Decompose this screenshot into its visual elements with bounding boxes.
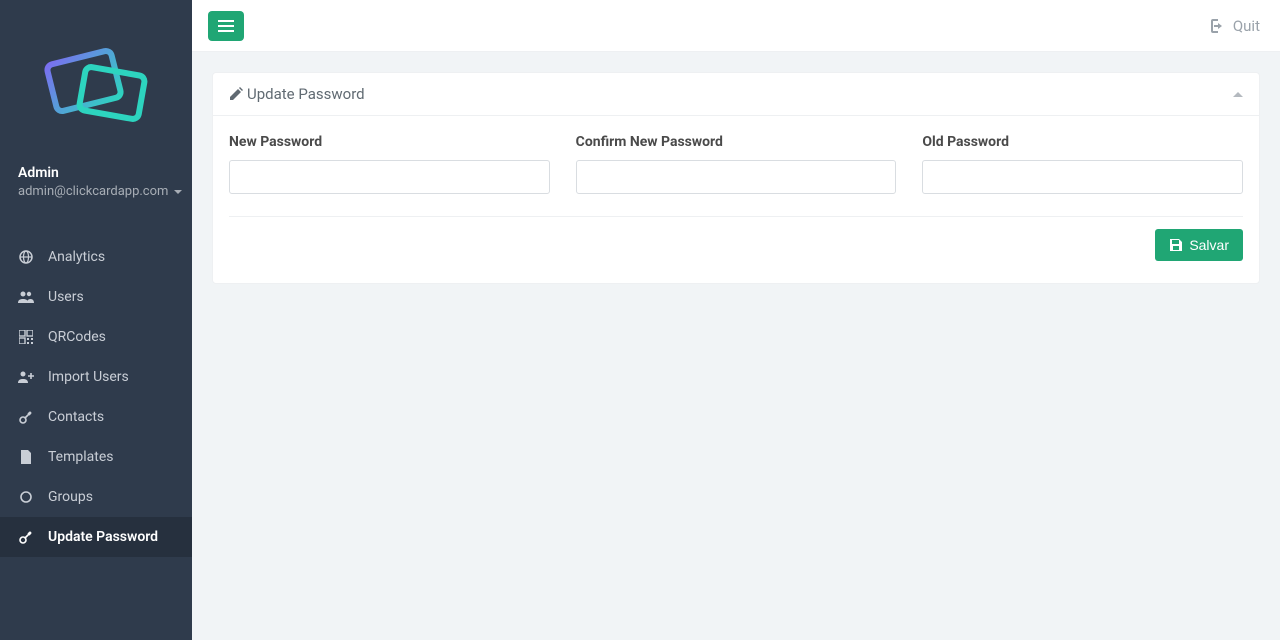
key-icon bbox=[18, 410, 34, 424]
save-icon bbox=[1169, 238, 1183, 252]
sidebar-item-label: Groups bbox=[48, 489, 93, 505]
card-actions: Salvar bbox=[229, 229, 1243, 261]
user-name: Admin bbox=[18, 165, 174, 181]
sidebar-item-import-users[interactable]: Import Users bbox=[0, 357, 192, 397]
old-password-group: Old Password bbox=[922, 134, 1243, 194]
sidebar-item-label: Contacts bbox=[48, 409, 104, 425]
form-divider bbox=[229, 216, 1243, 217]
qrcode-icon bbox=[18, 330, 34, 344]
file-icon bbox=[18, 450, 34, 465]
hamburger-icon bbox=[218, 20, 234, 32]
card-body: New Password Confirm New Password Old Pa… bbox=[213, 116, 1259, 283]
card-title: Update Password bbox=[229, 85, 365, 103]
card-header: Update Password bbox=[213, 73, 1259, 116]
sidebar-item-label: QRCodes bbox=[48, 329, 106, 345]
old-password-label: Old Password bbox=[922, 134, 1243, 150]
user-plus-icon bbox=[18, 370, 34, 384]
key-icon bbox=[18, 530, 34, 544]
edit-icon bbox=[229, 87, 243, 101]
sidebar-item-label: Templates bbox=[48, 449, 114, 465]
quit-link[interactable]: Quit bbox=[1207, 17, 1260, 35]
sidebar-item-templates[interactable]: Templates bbox=[0, 437, 192, 477]
sidebar-item-label: Users bbox=[48, 289, 84, 305]
sign-out-icon bbox=[1207, 19, 1223, 33]
sidebar-item-label: Import Users bbox=[48, 369, 129, 385]
sidebar-item-analytics[interactable]: Analytics bbox=[0, 237, 192, 277]
sidebar-item-update-password[interactable]: Update Password bbox=[0, 517, 192, 557]
app-logo bbox=[0, 0, 192, 165]
sidebar-item-groups[interactable]: Groups bbox=[0, 477, 192, 517]
topbar: Quit bbox=[192, 0, 1280, 52]
user-menu-toggle[interactable]: admin@clickcardapp.com bbox=[18, 184, 182, 199]
sidebar: Admin admin@clickcardapp.com Analytics Us… bbox=[0, 0, 192, 640]
save-button[interactable]: Salvar bbox=[1155, 229, 1243, 261]
password-form-row: New Password Confirm New Password Old Pa… bbox=[229, 134, 1243, 194]
chevron-down-icon bbox=[174, 190, 182, 194]
user-info: Admin admin@clickcardapp.com bbox=[0, 165, 192, 217]
users-icon bbox=[18, 290, 34, 304]
new-password-input[interactable] bbox=[229, 160, 550, 194]
sidebar-item-qrcodes[interactable]: QRCodes bbox=[0, 317, 192, 357]
sidebar-item-users[interactable]: Users bbox=[0, 277, 192, 317]
toggle-sidebar-button[interactable] bbox=[208, 11, 244, 41]
sidebar-nav: Analytics Users QRCodes Import Users Contact… bbox=[0, 237, 192, 557]
main-area: Quit Update Password New bbox=[192, 0, 1280, 640]
user-email: admin@clickcardapp.com bbox=[18, 184, 168, 199]
circle-icon bbox=[18, 491, 34, 503]
sidebar-item-label: Update Password bbox=[48, 529, 158, 545]
confirm-password-label: Confirm New Password bbox=[576, 134, 897, 150]
quit-label: Quit bbox=[1233, 17, 1260, 35]
content: Update Password New Password Confirm New… bbox=[192, 52, 1280, 304]
update-password-card: Update Password New Password Confirm New… bbox=[212, 72, 1260, 284]
confirm-password-input[interactable] bbox=[576, 160, 897, 194]
sidebar-item-contacts[interactable]: Contacts bbox=[0, 397, 192, 437]
new-password-label: New Password bbox=[229, 134, 550, 150]
globe-icon bbox=[18, 250, 34, 264]
new-password-group: New Password bbox=[229, 134, 550, 194]
old-password-input[interactable] bbox=[922, 160, 1243, 194]
logo-mark bbox=[36, 33, 156, 133]
sidebar-item-label: Analytics bbox=[48, 249, 105, 265]
collapse-card-icon[interactable] bbox=[1233, 92, 1243, 97]
confirm-password-group: Confirm New Password bbox=[576, 134, 897, 194]
